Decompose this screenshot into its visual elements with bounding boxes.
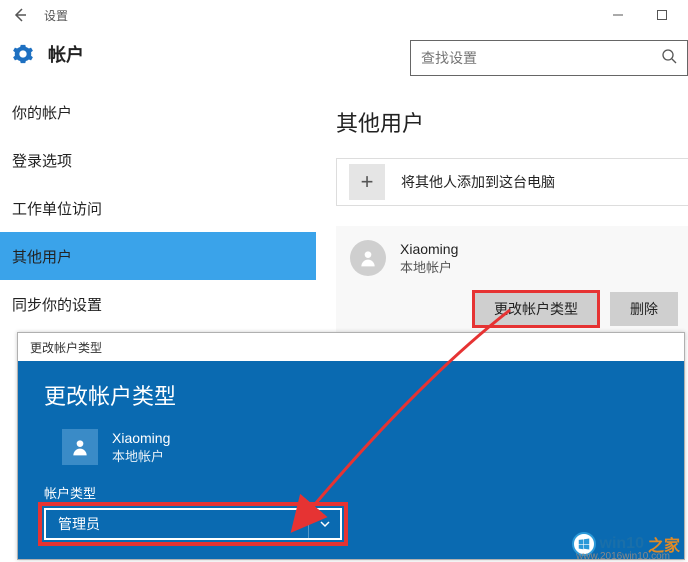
sidebar-item-other-users[interactable]: 其他用户 bbox=[0, 232, 316, 280]
account-type-label: 帐户类型 bbox=[44, 483, 658, 502]
user-row[interactable]: Xiaoming 本地帐户 bbox=[350, 240, 678, 276]
search-input[interactable] bbox=[421, 50, 661, 66]
sidebar-item-your-account[interactable]: 你的帐户 bbox=[0, 88, 316, 136]
content-title: 其他用户 bbox=[336, 106, 688, 138]
maximize-button[interactable] bbox=[642, 2, 682, 28]
maximize-icon bbox=[656, 9, 668, 21]
user-subtitle: 本地帐户 bbox=[400, 257, 458, 276]
dialog-title: 更改帐户类型 bbox=[44, 379, 658, 411]
back-button[interactable] bbox=[6, 1, 34, 29]
avatar bbox=[62, 429, 98, 465]
page-title: 帐户 bbox=[48, 41, 84, 67]
user-panel: Xiaoming 本地帐户 更改帐户类型 删除 bbox=[336, 226, 688, 340]
add-user-label: 将其他人添加到这台电脑 bbox=[401, 172, 555, 192]
dialog-user-row: Xiaoming 本地帐户 bbox=[62, 429, 658, 465]
account-type-select[interactable]: 管理员 bbox=[44, 508, 342, 540]
person-icon bbox=[70, 437, 90, 457]
windows-logo-icon bbox=[577, 537, 591, 551]
add-user-row[interactable]: + 将其他人添加到这台电脑 bbox=[336, 158, 688, 206]
dialog-caption: 更改帐户类型 bbox=[18, 333, 684, 361]
minimize-icon bbox=[612, 9, 624, 21]
watermark: win10之家 www.2016win10.com bbox=[572, 532, 680, 556]
sidebar-item-sync-settings[interactable]: 同步你的设置 bbox=[0, 280, 316, 328]
user-name: Xiaoming bbox=[400, 241, 458, 257]
watermark-url: www.2016win10.com bbox=[576, 551, 670, 562]
sidebar-item-label: 你的帐户 bbox=[12, 102, 72, 123]
dialog-user-name: Xiaoming bbox=[112, 430, 170, 446]
plus-icon: + bbox=[349, 164, 385, 200]
sidebar-item-label: 同步你的设置 bbox=[12, 294, 102, 315]
search-icon bbox=[661, 48, 677, 69]
change-account-type-dialog: 更改帐户类型 更改帐户类型 Xiaoming 本地帐户 帐户类型 管理员 bbox=[17, 332, 685, 560]
minimize-button[interactable] bbox=[598, 2, 638, 28]
select-value: 管理员 bbox=[58, 514, 100, 534]
page-header: 帐户 bbox=[0, 30, 688, 88]
gear-icon bbox=[12, 43, 34, 65]
arrow-left-icon bbox=[12, 7, 28, 23]
sidebar-item-work-access[interactable]: 工作单位访问 bbox=[0, 184, 316, 232]
remove-button[interactable]: 删除 bbox=[610, 292, 678, 326]
change-account-type-button[interactable]: 更改帐户类型 bbox=[474, 292, 598, 326]
window-titlebar: 设置 bbox=[0, 0, 688, 30]
sidebar-item-signin-options[interactable]: 登录选项 bbox=[0, 136, 316, 184]
person-icon bbox=[358, 248, 378, 268]
sidebar-item-label: 登录选项 bbox=[12, 150, 72, 171]
avatar bbox=[350, 240, 386, 276]
sidebar-item-label: 其他用户 bbox=[12, 246, 72, 267]
sidebar-item-label: 工作单位访问 bbox=[12, 198, 102, 219]
chevron-down-icon bbox=[308, 510, 340, 538]
search-box[interactable] bbox=[410, 40, 688, 76]
dialog-user-subtitle: 本地帐户 bbox=[112, 446, 170, 465]
window-title: 设置 bbox=[44, 7, 68, 24]
